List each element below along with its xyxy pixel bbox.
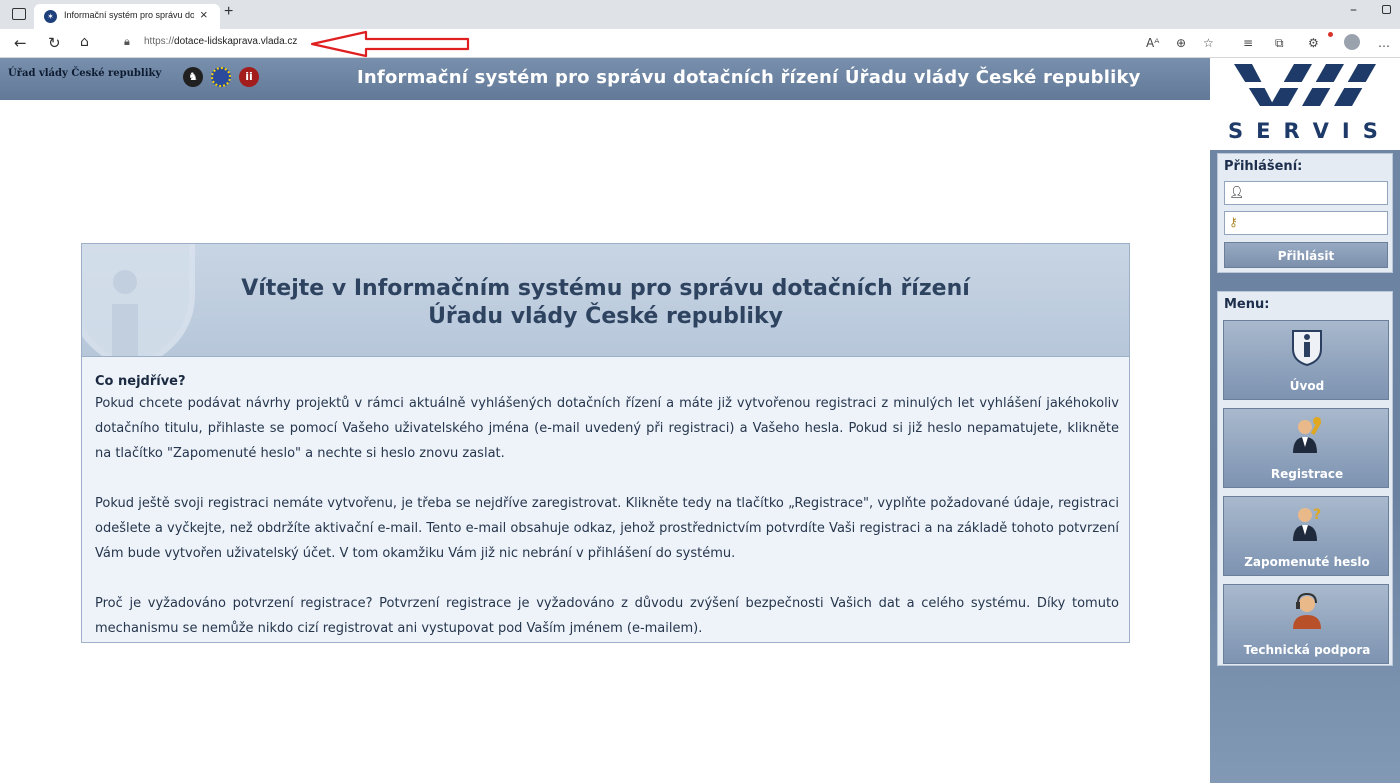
browser-tab-bar: ✶ Informační systém pro správu do × + –: [0, 0, 1400, 29]
menu-item-label: Zapomenuté heslo: [1244, 555, 1370, 569]
site-title: Informační systém pro správu dotačních ř…: [357, 67, 1141, 88]
address-bar: ← ↻ ⌂ 🔒︎ https://dotace-lidskaprava.vlad…: [0, 29, 1400, 58]
login-panel: Přihlášení: 👤︎ ⚷ Přihlásit: [1217, 153, 1393, 273]
menu-item-label: Registrace: [1270, 467, 1344, 481]
sidebar: SERVIS Přihlášení: 👤︎ ⚷ Přihlásit Menu: …: [1210, 58, 1400, 783]
user-key-icon: [1293, 417, 1322, 453]
user-icon: 👤︎: [1229, 185, 1245, 199]
password-input[interactable]: ⚷: [1224, 211, 1388, 235]
refresh-icon[interactable]: ↻: [48, 34, 61, 52]
menu-item-registrace[interactable]: Registrace: [1223, 408, 1389, 488]
restore-icon[interactable]: [1382, 5, 1391, 14]
welcome-title: Vítejte v Informačním systému pro správu…: [82, 275, 1129, 331]
paragraph-login: Pokud chcete podávat návrhy projektů v r…: [95, 396, 1119, 461]
site-header: Úřad vlády České republiky ♞ ii Informač…: [0, 58, 1210, 100]
new-tab-button[interactable]: +: [224, 3, 233, 21]
favorite-star-icon[interactable]: ☆: [1203, 36, 1214, 50]
menu-item-label: Technická podpora: [1243, 643, 1371, 657]
annotation-arrow-icon: [310, 30, 470, 58]
vav-servis-logo: SERVIS: [1210, 58, 1400, 150]
paragraph-confirmation: Proč je vyžadováno potvrzení registrace?…: [95, 596, 1119, 636]
notification-dot: [1328, 32, 1333, 37]
welcome-panel: Vítejte v Informačním systému pro správu…: [81, 243, 1130, 643]
tab-title: Informační systém pro správu do: [64, 10, 194, 20]
welcome-title-line1: Vítejte v Informačním systému pro správu…: [241, 276, 970, 301]
office-name: Úřad vlády České republiky: [8, 68, 162, 79]
lion-emblem-icon: ♞: [183, 67, 203, 87]
zoom-icon[interactable]: ⊕: [1176, 36, 1186, 50]
menu-item-uvod[interactable]: Úvod: [1223, 320, 1389, 400]
svg-text:?: ?: [1313, 507, 1321, 523]
favorites-icon[interactable]: ≡: [1243, 36, 1253, 50]
site-favicon-icon: ✶: [44, 10, 57, 23]
logo-text: SERVIS: [1228, 119, 1391, 143]
login-button[interactable]: Přihlásit: [1224, 242, 1388, 268]
support-headset-icon: [1293, 592, 1321, 629]
home-icon[interactable]: ⌂: [80, 34, 89, 50]
more-icon[interactable]: …: [1378, 36, 1390, 50]
user-question-icon: ?: [1293, 507, 1321, 541]
collections-icon[interactable]: ⧉: [1275, 36, 1284, 51]
profile-icon[interactable]: [1344, 34, 1360, 50]
lock-icon[interactable]: 🔒︎: [124, 35, 130, 49]
info-shield-icon: [1292, 330, 1322, 367]
section-heading: Co nejdříve?: [95, 374, 186, 389]
username-input[interactable]: 👤︎: [1224, 181, 1388, 205]
menu-panel: Menu: Úvod Registrace ? Zapomenuté heslo…: [1217, 291, 1393, 666]
key-icon: ⚷: [1229, 215, 1238, 229]
ii-emblem-icon: ii: [239, 67, 259, 87]
minimize-icon[interactable]: –: [1350, 2, 1357, 18]
tab-actions-icon[interactable]: [12, 8, 26, 20]
read-aloud-icon[interactable]: Aᴬ: [1146, 36, 1159, 50]
welcome-header: Vítejte v Informačním systému pro správu…: [82, 244, 1129, 357]
login-heading: Přihlášení:: [1224, 159, 1303, 174]
browser-tab[interactable]: ✶ Informační systém pro správu do ×: [34, 4, 220, 29]
menu-heading: Menu:: [1224, 297, 1270, 312]
url-text: https://dotace-lidskaprava.vlada.cz: [144, 36, 298, 47]
welcome-title-line2: Úřadu vlády České republiky: [428, 304, 783, 329]
welcome-body: Co nejdříve? Pokud chcete podávat návrhy…: [95, 373, 1119, 641]
extensions-icon[interactable]: ⚙: [1308, 36, 1319, 50]
eu-emblem-icon: [211, 67, 231, 87]
menu-item-technicka-podpora[interactable]: Technická podpora: [1223, 584, 1389, 664]
back-icon[interactable]: ←: [14, 34, 27, 52]
paragraph-registration: Pokud ještě svoji registraci nemáte vytv…: [95, 496, 1119, 561]
vav-logo-icon: [1230, 64, 1380, 106]
menu-item-label: Úvod: [1289, 379, 1325, 393]
tab-close-icon[interactable]: ×: [200, 7, 208, 22]
menu-item-zapomenute-heslo[interactable]: ? Zapomenuté heslo: [1223, 496, 1389, 576]
